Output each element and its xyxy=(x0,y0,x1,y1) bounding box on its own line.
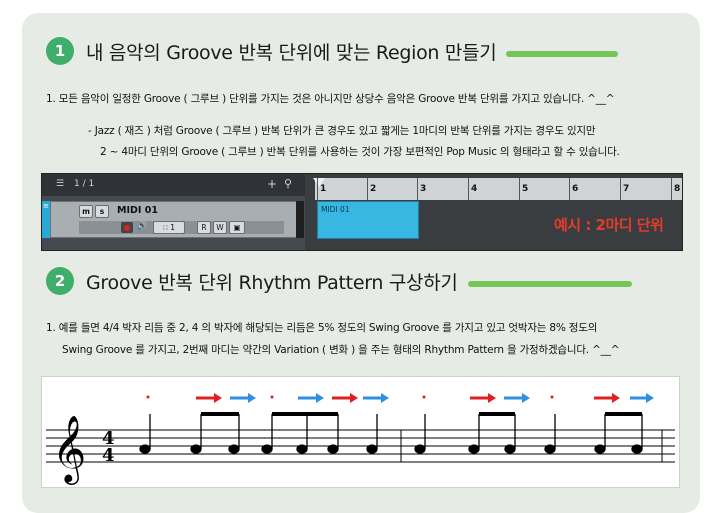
track-menu-icon[interactable]: ≡ xyxy=(43,203,49,210)
ruler-tick xyxy=(468,178,469,200)
ruler-tick xyxy=(317,178,318,200)
red-arrow-icon xyxy=(332,393,358,403)
example-annotation: 예시 : 2마디 단위 xyxy=(554,216,664,234)
section1-heading: 1 내 음악의 Groove 반복 단위에 맞는 Region 만들기 xyxy=(46,37,619,65)
track-list-panel: ☰ 1 / 1 + ⚲ ≡ m s MIDI 01 🔊 ∷ 1 R W ▣ xyxy=(42,174,305,250)
section2-number-badge: 2 xyxy=(46,267,74,295)
solo-button[interactable]: s xyxy=(95,205,109,218)
ruler-bar-6: 6 xyxy=(572,184,579,194)
score-staff-svg: 𝄞 4 4 xyxy=(46,393,675,485)
ruler-bar-4: 4 xyxy=(471,184,478,194)
treble-clef-icon: 𝄞 xyxy=(52,414,86,485)
groove-markers xyxy=(146,393,654,403)
ruler-tick xyxy=(417,178,418,200)
ruler-tick xyxy=(519,178,520,200)
track-scroll-gutter[interactable] xyxy=(296,201,304,238)
track-name[interactable]: MIDI 01 xyxy=(117,205,158,216)
ruler-bar-5: 5 xyxy=(522,184,529,194)
section1-paragraph-2b: 2 ~ 4마디 단위의 Groove ( 그루브 ) 반복 단위를 사용하는 것… xyxy=(100,146,620,158)
monitor-icon[interactable]: 🔊 xyxy=(137,221,147,230)
section1-paragraph-2a: - Jazz ( 재즈 ) 처럼 Groove ( 그루브 ) 반복 단위가 큰… xyxy=(88,125,596,137)
green-swoosh-icon xyxy=(506,51,619,57)
notes xyxy=(139,412,643,454)
red-arrow-icon xyxy=(470,393,496,403)
channel-selector[interactable]: ∷ 1 xyxy=(153,221,185,234)
ruler-bar-8: 8 xyxy=(674,184,681,194)
blue-arrow-icon xyxy=(630,393,654,403)
ruler-tick xyxy=(367,178,368,200)
section2-paragraph-1: 1. 예를 들면 4/4 박자 리듬 중 2, 4 의 박자에 해당되는 리듬은… xyxy=(46,322,598,334)
read-automation-button[interactable]: R xyxy=(197,221,211,234)
track-color-strip: ≡ xyxy=(42,201,50,238)
write-automation-button[interactable]: W xyxy=(213,221,227,234)
ruler-tick xyxy=(620,178,621,200)
ruler-bar-1: 1 xyxy=(320,184,327,194)
grid-icon: ∷ xyxy=(163,223,168,232)
ruler-bar-3: 3 xyxy=(420,184,427,194)
midi-region-clip[interactable]: MIDI 01 xyxy=(317,201,419,239)
red-arrow-icon xyxy=(196,393,222,403)
accent-dot-icon xyxy=(146,395,150,399)
timeline-ruler[interactable]: 1 2 3 4 5 6 7 8 xyxy=(313,178,682,200)
ruler-bar-2: 2 xyxy=(370,184,377,194)
edit-button[interactable]: ▣ xyxy=(229,221,245,234)
accent-dot-icon xyxy=(270,395,274,399)
track-row-midi-01[interactable]: m s MIDI 01 🔊 ∷ 1 R W ▣ xyxy=(50,201,298,238)
track-list-header: ☰ 1 / 1 + ⚲ xyxy=(42,174,305,196)
green-swoosh-icon xyxy=(467,281,632,287)
midi-region-label: MIDI 01 xyxy=(321,205,350,214)
blue-arrow-icon xyxy=(298,393,324,403)
section2-heading: 2 Groove 반복 단위 Rhythm Pattern 구상하기 xyxy=(46,267,632,295)
blue-arrow-icon xyxy=(230,393,256,403)
add-track-icon[interactable]: + xyxy=(267,177,277,191)
section1-title: 내 음악의 Groove 반복 단위에 맞는 Region 만들기 xyxy=(86,41,497,64)
daw-screenshot: ☰ 1 / 1 + ⚲ ≡ m s MIDI 01 🔊 ∷ 1 R W ▣ 1 … xyxy=(41,173,683,251)
staff-lines xyxy=(46,429,675,463)
ruler-tick xyxy=(569,178,570,200)
section2-title: Groove 반복 단위 Rhythm Pattern 구상하기 xyxy=(86,271,458,294)
search-icon[interactable]: ⚲ xyxy=(284,177,292,190)
section2-paragraph-2: Swing Groove 를 가지고, 2번째 마디는 약간의 Variatio… xyxy=(62,344,620,356)
ruler-bar-7: 7 xyxy=(623,184,630,194)
record-enable-button[interactable] xyxy=(121,222,133,233)
mute-button[interactable]: m xyxy=(79,205,93,218)
blue-arrow-icon xyxy=(504,393,530,403)
list-icon: ☰ xyxy=(56,179,65,189)
ruler-tick xyxy=(671,178,672,200)
time-sig-bottom: 4 xyxy=(102,445,115,466)
section1-paragraph-1: 1. 모든 음악이 일정한 Groove ( 그루브 ) 단위를 가지는 것은 … xyxy=(46,93,615,105)
track-count: 1 / 1 xyxy=(74,179,95,189)
blue-arrow-icon xyxy=(363,393,389,403)
rhythm-score: 𝄞 4 4 xyxy=(41,376,680,488)
accent-dot-icon xyxy=(422,395,426,399)
red-arrow-icon xyxy=(594,393,620,403)
accent-dot-icon xyxy=(550,395,554,399)
channel-number: 1 xyxy=(170,223,175,232)
track-controls: 🔊 ∷ 1 R W ▣ xyxy=(79,221,284,234)
section1-number-badge: 1 xyxy=(46,37,74,65)
